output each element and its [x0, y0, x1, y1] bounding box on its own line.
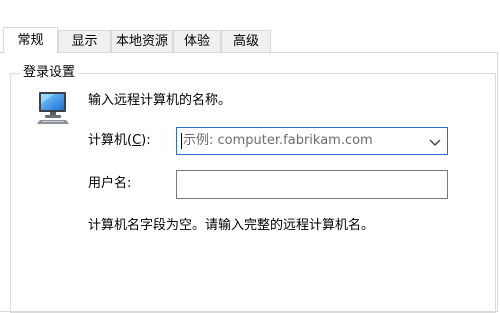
computer-name-combobox[interactable]: 示例: computer.fabrikam.com [176, 127, 448, 155]
username-label: 用户名: [88, 176, 132, 191]
tab-local-resources[interactable]: 本地资源 [111, 30, 173, 52]
remote-computer-icon [36, 90, 70, 124]
chevron-down-icon[interactable] [429, 136, 441, 150]
username-input[interactable] [176, 170, 448, 199]
tab-advanced[interactable]: 高级 [221, 30, 271, 52]
computer-label-main: 计算机( [88, 133, 133, 148]
empty-field-note: 计算机名字段为空。请输入完整的远程计算机名。 [88, 218, 375, 233]
login-settings-title: 登录设置 [20, 64, 79, 82]
computer-label: 计算机(C): [88, 132, 151, 150]
computer-name-placeholder: 示例: computer.fabrikam.com [183, 133, 373, 148]
instruction-text: 输入远程计算机的名称。 [88, 93, 232, 108]
tab-strip: 常规 显示 本地资源 体验 高级 [0, 0, 500, 53]
tab-display[interactable]: 显示 [58, 30, 111, 52]
tab-general[interactable]: 常规 [3, 27, 58, 53]
computer-label-accesskey: C [132, 133, 142, 148]
text-cursor [181, 133, 182, 149]
computer-label-end: ): [141, 133, 151, 148]
tab-experience[interactable]: 体验 [173, 30, 221, 52]
